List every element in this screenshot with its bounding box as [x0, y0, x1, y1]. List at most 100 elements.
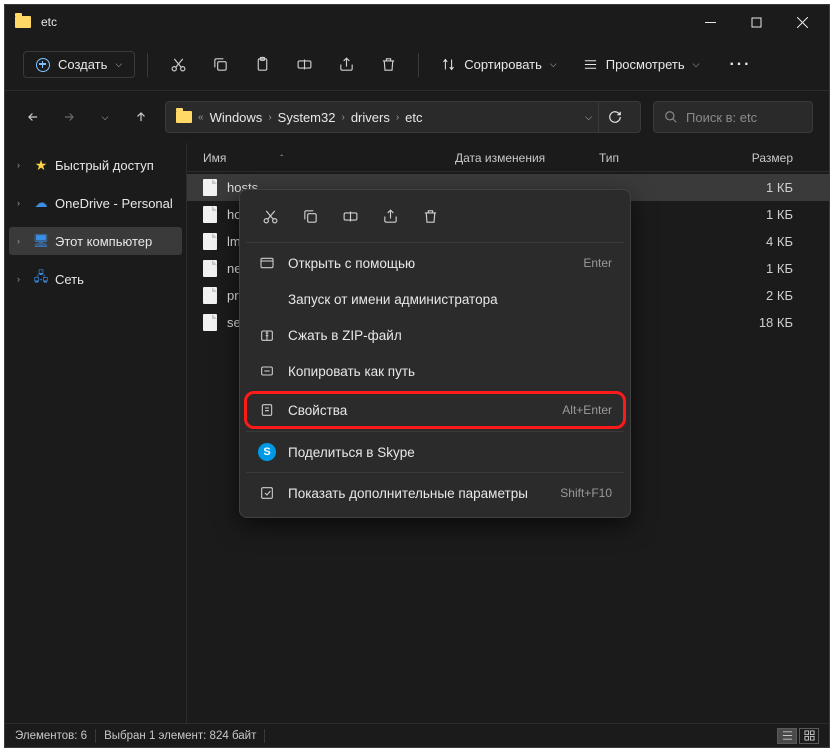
- folder-icon: [15, 16, 31, 28]
- view-details-button[interactable]: [777, 728, 797, 744]
- file-icon: [203, 179, 217, 196]
- more-icon: [258, 484, 276, 502]
- file-size: 18 КБ: [719, 315, 813, 330]
- zip-icon: [258, 326, 276, 344]
- ctx-item-label: Свойства: [288, 403, 550, 418]
- chevron-down-icon: ⌵: [550, 59, 557, 70]
- ctx-skype[interactable]: S Поделиться в Skype: [246, 434, 624, 470]
- forward-button[interactable]: [57, 105, 81, 129]
- sidebar: ›★Быстрый доступ ›☁OneDrive - Personal ›…: [5, 143, 187, 723]
- view-button[interactable]: Просмотреть ⌵: [573, 52, 710, 77]
- file-icon: [203, 233, 217, 250]
- breadcrumb-seg[interactable]: Windows: [210, 110, 263, 125]
- cut-button[interactable]: [160, 49, 196, 81]
- close-button[interactable]: [779, 7, 825, 37]
- paste-button[interactable]: [244, 49, 280, 81]
- star-icon: ★: [33, 157, 49, 173]
- sidebar-item-label: Быстрый доступ: [55, 158, 154, 173]
- cloud-icon: ☁: [33, 195, 49, 211]
- ctx-delete-button[interactable]: [412, 200, 448, 232]
- status-bar: Элементов: 6 Выбран 1 элемент: 824 байт: [5, 723, 829, 747]
- breadcrumb-seg[interactable]: System32: [278, 110, 336, 125]
- sidebar-item-pc[interactable]: ›🖥Этот компьютер: [9, 227, 182, 255]
- search-icon: [664, 110, 678, 124]
- file-size: 1 КБ: [719, 261, 813, 276]
- ctx-item-label: Поделиться в Skype: [288, 445, 612, 460]
- open-with-icon: [258, 254, 276, 272]
- ctx-item-label: Запуск от имени администратора: [288, 292, 612, 307]
- file-icon: [203, 260, 217, 277]
- status-selected: Выбран 1 элемент: 824 байт: [104, 730, 256, 742]
- file-size: 4 КБ: [719, 234, 813, 249]
- status-count: Элементов: 6: [15, 730, 87, 742]
- search-placeholder: Поиск в: etc: [686, 110, 757, 125]
- ctx-copy-path[interactable]: Копировать как путь: [246, 353, 624, 389]
- sort-icon: [441, 57, 456, 72]
- share-button[interactable]: [328, 49, 364, 81]
- maximize-button[interactable]: [733, 7, 779, 37]
- ctx-more[interactable]: Показать дополнительные параметры Shift+…: [246, 475, 624, 511]
- chevron-down-icon: ⌵: [115, 59, 122, 70]
- rename-button[interactable]: [286, 49, 322, 81]
- sidebar-item-quick[interactable]: ›★Быстрый доступ: [9, 151, 182, 179]
- sidebar-item-network[interactable]: ›🖧Сеть: [9, 265, 182, 293]
- file-size: 1 КБ: [719, 207, 813, 222]
- skype-icon: S: [258, 443, 276, 461]
- sort-button[interactable]: Сортировать ⌵: [431, 52, 567, 77]
- ctx-share-button[interactable]: [372, 200, 408, 232]
- breadcrumb-seg[interactable]: drivers: [351, 110, 390, 125]
- search-input[interactable]: Поиск в: etc: [653, 101, 813, 133]
- ctx-item-label: Сжать в ZIP-файл: [288, 328, 612, 343]
- ctx-properties[interactable]: Свойства Alt+Enter: [244, 391, 626, 429]
- ctx-cut-button[interactable]: [252, 200, 288, 232]
- ctx-shortcut: Shift+F10: [560, 486, 612, 500]
- file-icon: [203, 314, 217, 331]
- sort-label: Сортировать: [464, 57, 542, 72]
- address-bar[interactable]: « Windows› System32› drivers› etc ⌵: [165, 101, 641, 133]
- minimize-button[interactable]: [687, 7, 733, 37]
- sidebar-item-label: Этот компьютер: [55, 234, 152, 249]
- ctx-rename-button[interactable]: [332, 200, 368, 232]
- title-bar: etc: [5, 5, 829, 39]
- ctx-shortcut: Enter: [583, 256, 612, 270]
- ctx-open-with[interactable]: Открыть с помощью Enter: [246, 245, 624, 281]
- toolbar: Создать ⌵ Сортировать ⌵ Просмотреть ⌵ ··…: [5, 39, 829, 91]
- breadcrumb-seg[interactable]: etc: [405, 110, 422, 125]
- sort-asc-icon: ˆ: [280, 154, 283, 163]
- chevron-down-icon[interactable]: ⌵: [585, 112, 592, 123]
- nav-bar: ⌵ « Windows› System32› drivers› etc ⌵ По…: [5, 91, 829, 143]
- chevron-down-icon: ⌵: [693, 59, 700, 70]
- back-button[interactable]: [21, 105, 45, 129]
- new-button[interactable]: Создать ⌵: [23, 51, 135, 78]
- ctx-run-admin[interactable]: Запуск от имени администратора: [246, 281, 624, 317]
- ctx-copy-button[interactable]: [292, 200, 328, 232]
- blank-icon: [258, 290, 276, 308]
- network-icon: 🖧: [33, 271, 49, 287]
- view-icons-button[interactable]: [799, 728, 819, 744]
- new-label: Создать: [58, 57, 107, 72]
- delete-button[interactable]: [370, 49, 406, 81]
- properties-icon: [258, 401, 276, 419]
- col-type[interactable]: Тип: [599, 151, 719, 165]
- column-headers: Имяˆ Дата изменения Тип Размер: [187, 143, 829, 172]
- col-size[interactable]: Размер: [719, 151, 813, 165]
- ctx-zip[interactable]: Сжать в ZIP-файл: [246, 317, 624, 353]
- col-name[interactable]: Имяˆ: [203, 151, 455, 165]
- copy-path-icon: [258, 362, 276, 380]
- recent-button[interactable]: ⌵: [93, 105, 117, 129]
- sidebar-item-label: OneDrive - Personal: [55, 196, 173, 211]
- view-label: Просмотреть: [606, 57, 685, 72]
- more-button[interactable]: ···: [721, 52, 759, 78]
- sidebar-item-label: Сеть: [55, 272, 84, 287]
- sidebar-item-onedrive[interactable]: ›☁OneDrive - Personal: [9, 189, 182, 217]
- folder-icon: [176, 111, 192, 123]
- file-size: 1 КБ: [719, 180, 813, 195]
- ctx-shortcut: Alt+Enter: [562, 403, 612, 417]
- ctx-item-label: Открыть с помощью: [288, 256, 571, 271]
- copy-button[interactable]: [202, 49, 238, 81]
- refresh-button[interactable]: [598, 102, 630, 132]
- file-size: 2 КБ: [719, 288, 813, 303]
- window-title: etc: [41, 15, 57, 29]
- up-button[interactable]: [129, 105, 153, 129]
- col-date[interactable]: Дата изменения: [455, 151, 599, 165]
